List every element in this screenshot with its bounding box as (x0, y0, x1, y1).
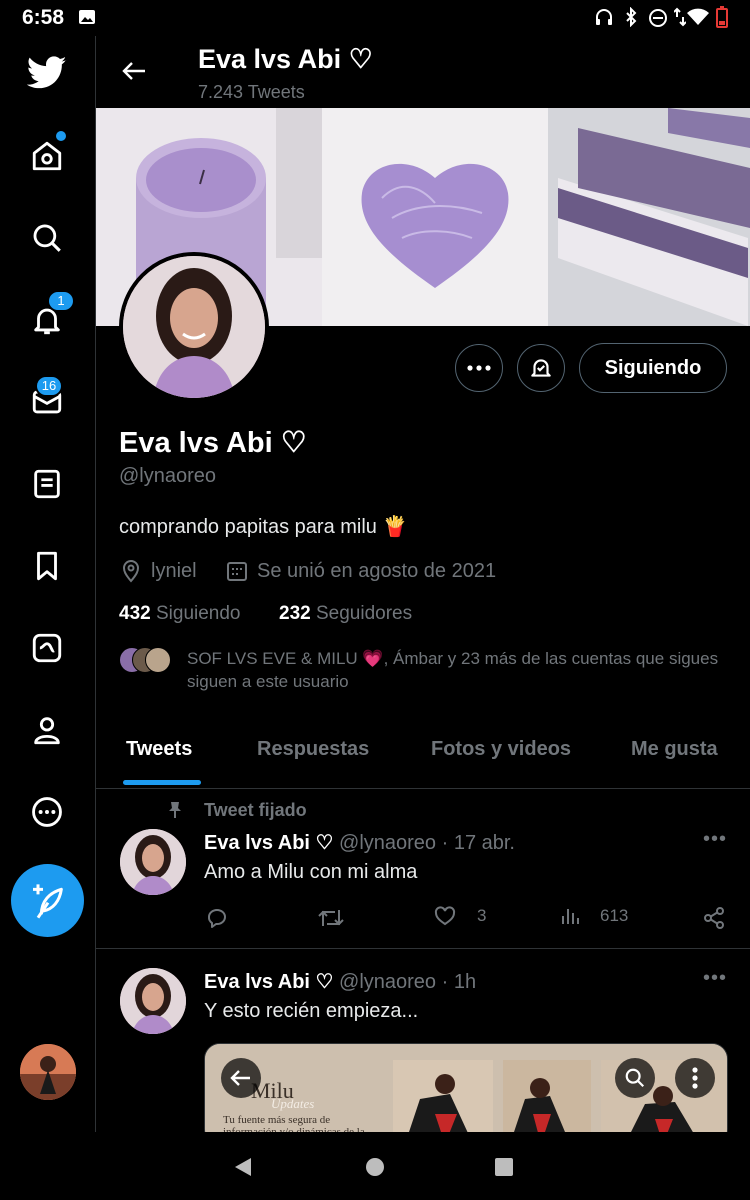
tweet-meta: @lynaoreo · 1h (339, 971, 477, 993)
profile-tabs: Tweets Respuestas Fotos y videos Me gust… (96, 722, 750, 789)
nav-back-icon[interactable] (233, 1156, 253, 1178)
tweet-avatar[interactable] (120, 829, 186, 895)
tweet-divider (96, 948, 750, 949)
tweet-header: Eva lvs Abi ♡ @lynaoreo · 1h (204, 969, 476, 994)
header-profile-name: Eva lvs Abi ♡ (198, 44, 373, 74)
messages-icon[interactable]: 16 (26, 375, 68, 423)
view-count: 613 (600, 906, 629, 925)
profile-location: lyniel (119, 559, 197, 583)
join-date-text: Se unió en agosto de 2021 (257, 559, 497, 582)
notifications-subscribe-button[interactable] (517, 344, 565, 392)
tweet-more-icon[interactable]: ••• (703, 828, 727, 851)
nav-home-icon[interactable] (365, 1157, 385, 1177)
like-count: 3 (477, 906, 487, 925)
banner-heart-photo (322, 108, 548, 326)
search-icon (625, 1068, 645, 1088)
like-heart-icon (434, 906, 456, 926)
bookmarks-icon[interactable] (26, 545, 68, 587)
tab-media[interactable]: Fotos y videos (431, 738, 571, 761)
mutual-avatar (145, 647, 171, 673)
media-search-button[interactable] (615, 1058, 655, 1098)
headphones-icon (596, 9, 612, 25)
followers-stat[interactable]: 232 Seguidores (279, 603, 412, 625)
tweet-author-name[interactable]: Eva lvs Abi ♡ (204, 832, 333, 854)
tweet-avatar[interactable] (120, 968, 186, 1034)
pinned-tweet-label: Tweet fijado (204, 800, 307, 820)
tweet-text: Amo a Milu con mi alma (204, 861, 418, 883)
mutual-followers-text[interactable]: SOF LVS EVE & MILU 💗, Ámbar y 23 más de … (187, 647, 727, 693)
bluetooth-icon (626, 7, 637, 27)
vertical-ellipsis-icon (692, 1067, 698, 1089)
search-icon[interactable] (26, 217, 68, 259)
location-text: lyniel (151, 559, 197, 582)
tweet-meta: @lynaoreo · 17 abr. (339, 832, 515, 854)
compose-feather-icon (32, 883, 63, 918)
views-action[interactable]: 613 (559, 904, 628, 928)
image-notification-icon (79, 10, 95, 24)
profile-name: Eva lvs Abi ♡ (119, 427, 307, 459)
following-stat[interactable]: 432 Siguiendo (119, 603, 241, 625)
tweet-media[interactable]: Milu Updates Tu fuente más segura de inf… (204, 1043, 728, 1145)
twitter-blue-icon[interactable] (26, 627, 68, 669)
twitter-logo-icon[interactable] (26, 52, 68, 94)
system-nav-bar (0, 1132, 750, 1200)
banner-books-photo (548, 108, 750, 326)
notifications-icon[interactable]: 1 (26, 290, 75, 341)
tab-replies[interactable]: Respuestas (257, 738, 369, 761)
tweet-author-name[interactable]: Eva lvs Abi ♡ (204, 971, 333, 993)
followers-count: 232 (279, 603, 311, 624)
profile-handle: @lynaoreo (119, 465, 217, 487)
bell-check-icon (531, 359, 551, 377)
arrow-left-icon (230, 1070, 250, 1086)
retweet-icon[interactable] (317, 906, 345, 930)
media-back-button[interactable] (221, 1058, 261, 1098)
profile-bio: comprando papitas para milu 🍟 (119, 516, 408, 538)
status-time: 6:58 (22, 6, 65, 29)
header-tweet-count: 7.243 Tweets (198, 82, 305, 102)
followers-label: Seguidores (315, 603, 413, 624)
nav-recents-icon[interactable] (494, 1157, 514, 1177)
active-tab-indicator (123, 780, 201, 785)
status-bar: 6:58 (0, 0, 750, 36)
following-label: Siguiendo (155, 603, 241, 624)
share-icon[interactable] (702, 906, 726, 930)
data-arrows-icon (674, 7, 686, 27)
battery-low-icon (716, 6, 728, 28)
tab-tweets[interactable]: Tweets (126, 738, 192, 761)
compose-tweet-button[interactable] (11, 864, 84, 937)
views-chart-icon (562, 909, 579, 924)
sidebar: 1 16 (0, 36, 96, 1132)
media-subtitle: Updates (271, 1096, 315, 1111)
new-activity-dot (56, 131, 66, 141)
more-options-button[interactable] (455, 344, 503, 392)
back-arrow-icon[interactable] (121, 60, 147, 82)
media-more-button[interactable] (675, 1058, 715, 1098)
pin-icon (169, 802, 181, 818)
like-action[interactable]: 3 (433, 904, 486, 928)
profile-join-date: Se unió en agosto de 2021 (225, 559, 496, 583)
profile-icon[interactable] (26, 709, 68, 751)
messages-badge: 16 (35, 375, 63, 397)
following-button[interactable]: Siguiendo (579, 343, 727, 393)
tweet-header: Eva lvs Abi ♡ @lynaoreo · 17 abr. (204, 830, 515, 855)
notifications-badge: 1 (47, 290, 75, 312)
tweet-more-icon[interactable]: ••• (703, 967, 727, 990)
do-not-disturb-icon (649, 9, 667, 27)
location-pin-icon (122, 560, 140, 583)
tab-likes[interactable]: Me gusta (631, 738, 718, 761)
tweet-text: Y esto recién empieza... (204, 1000, 419, 1022)
following-count: 432 (119, 603, 151, 624)
home-icon[interactable] (26, 131, 68, 177)
reply-icon[interactable] (205, 906, 229, 930)
ellipsis-icon (467, 365, 491, 371)
wifi-icon (687, 8, 709, 25)
more-options-icon[interactable] (26, 791, 68, 833)
profile-avatar[interactable] (119, 252, 269, 402)
mutual-follower-avatars[interactable] (119, 647, 171, 673)
account-avatar[interactable] (20, 1044, 76, 1100)
lists-icon[interactable] (26, 463, 68, 505)
calendar-icon (227, 562, 247, 581)
